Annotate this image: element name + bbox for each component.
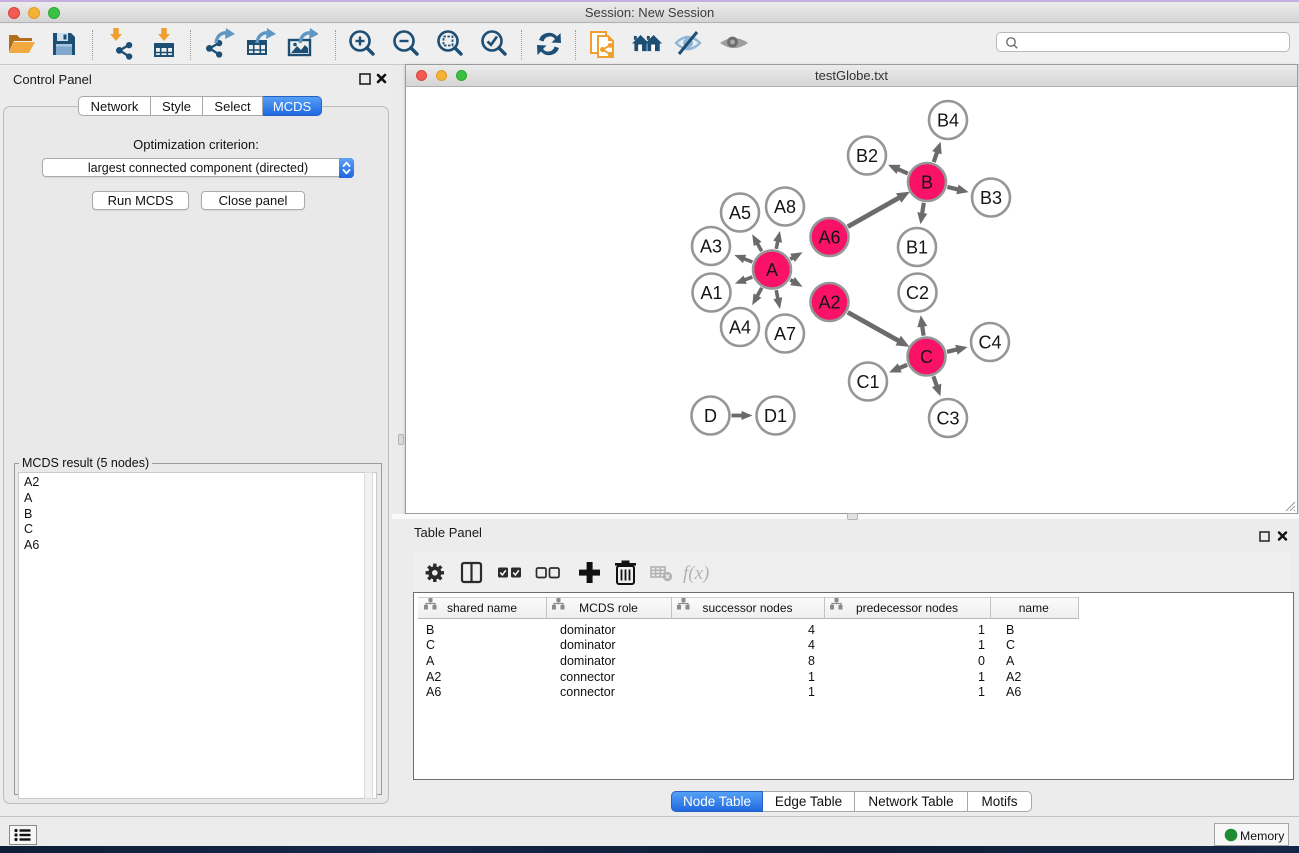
svg-text:D1: D1 — [764, 406, 787, 426]
svg-text:f(x): f(x) — [683, 563, 709, 584]
svg-text:C2: C2 — [906, 283, 929, 303]
svg-text:A4: A4 — [729, 318, 751, 338]
svg-text:B: B — [921, 173, 933, 193]
svg-text:A6: A6 — [818, 228, 840, 248]
svg-text:B4: B4 — [937, 111, 959, 131]
svg-text:A: A — [766, 260, 778, 280]
svg-text:A3: A3 — [700, 237, 722, 257]
svg-text:A7: A7 — [774, 324, 796, 344]
svg-text:D: D — [704, 406, 717, 426]
svg-text:B2: B2 — [856, 146, 878, 166]
svg-text:B3: B3 — [980, 188, 1002, 208]
svg-text:C4: C4 — [978, 333, 1001, 353]
svg-text:B1: B1 — [906, 238, 928, 258]
svg-text:C1: C1 — [856, 372, 879, 392]
svg-text:A8: A8 — [774, 197, 796, 217]
svg-text:C: C — [920, 347, 933, 367]
svg-text:A2: A2 — [818, 293, 840, 313]
svg-text:A1: A1 — [700, 283, 722, 303]
svg-text:C3: C3 — [936, 409, 959, 429]
svg-text:A5: A5 — [729, 203, 751, 223]
